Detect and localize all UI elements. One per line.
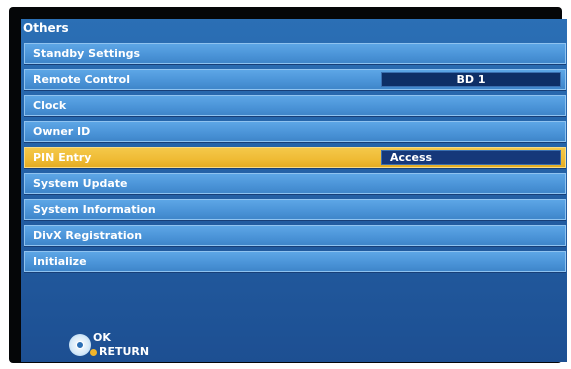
- return-button-icon: [90, 349, 97, 356]
- menu-item-label: DivX Registration: [33, 229, 143, 242]
- menu-item-clock[interactable]: Clock: [24, 95, 566, 116]
- menu-item-label: System Information: [33, 203, 156, 216]
- menu-item-remote-control[interactable]: Remote Control BD 1: [24, 69, 566, 90]
- dpad-select-icon: [69, 334, 91, 356]
- menu-item-initialize[interactable]: Initialize: [24, 251, 566, 272]
- tv-bezel: Others Standby Settings Remote Control B…: [0, 0, 571, 369]
- menu-item-label: PIN Entry: [33, 151, 92, 164]
- remote-control-value[interactable]: BD 1: [381, 72, 561, 87]
- menu-item-owner-id[interactable]: Owner ID: [24, 121, 566, 142]
- menu-item-label: Owner ID: [33, 125, 91, 138]
- menu-item-standby-settings[interactable]: Standby Settings: [24, 43, 566, 64]
- menu-item-label: Initialize: [33, 255, 87, 268]
- others-menu-panel: Others Standby Settings Remote Control B…: [21, 19, 567, 362]
- ok-hint: OK: [93, 331, 111, 344]
- menu-item-system-information[interactable]: System Information: [24, 199, 566, 220]
- menu-item-label: Clock: [33, 99, 67, 112]
- menu-item-system-update[interactable]: System Update: [24, 173, 566, 194]
- dpad-center-icon: [76, 341, 84, 349]
- menu-item-divx-registration[interactable]: DivX Registration: [24, 225, 566, 246]
- menu-item-label: System Update: [33, 177, 128, 190]
- page-title: Others: [23, 21, 69, 35]
- return-hint: RETURN: [99, 345, 150, 358]
- tv-screen: Others Standby Settings Remote Control B…: [9, 7, 567, 363]
- button-guide: OK RETURN: [69, 331, 219, 362]
- menu-item-label: Remote Control: [33, 73, 130, 86]
- others-menu: Standby Settings Remote Control BD 1 Clo…: [24, 43, 566, 277]
- pin-entry-value[interactable]: Access: [381, 150, 561, 165]
- menu-item-pin-entry[interactable]: PIN Entry Access: [24, 147, 566, 168]
- menu-item-label: Standby Settings: [33, 47, 141, 60]
